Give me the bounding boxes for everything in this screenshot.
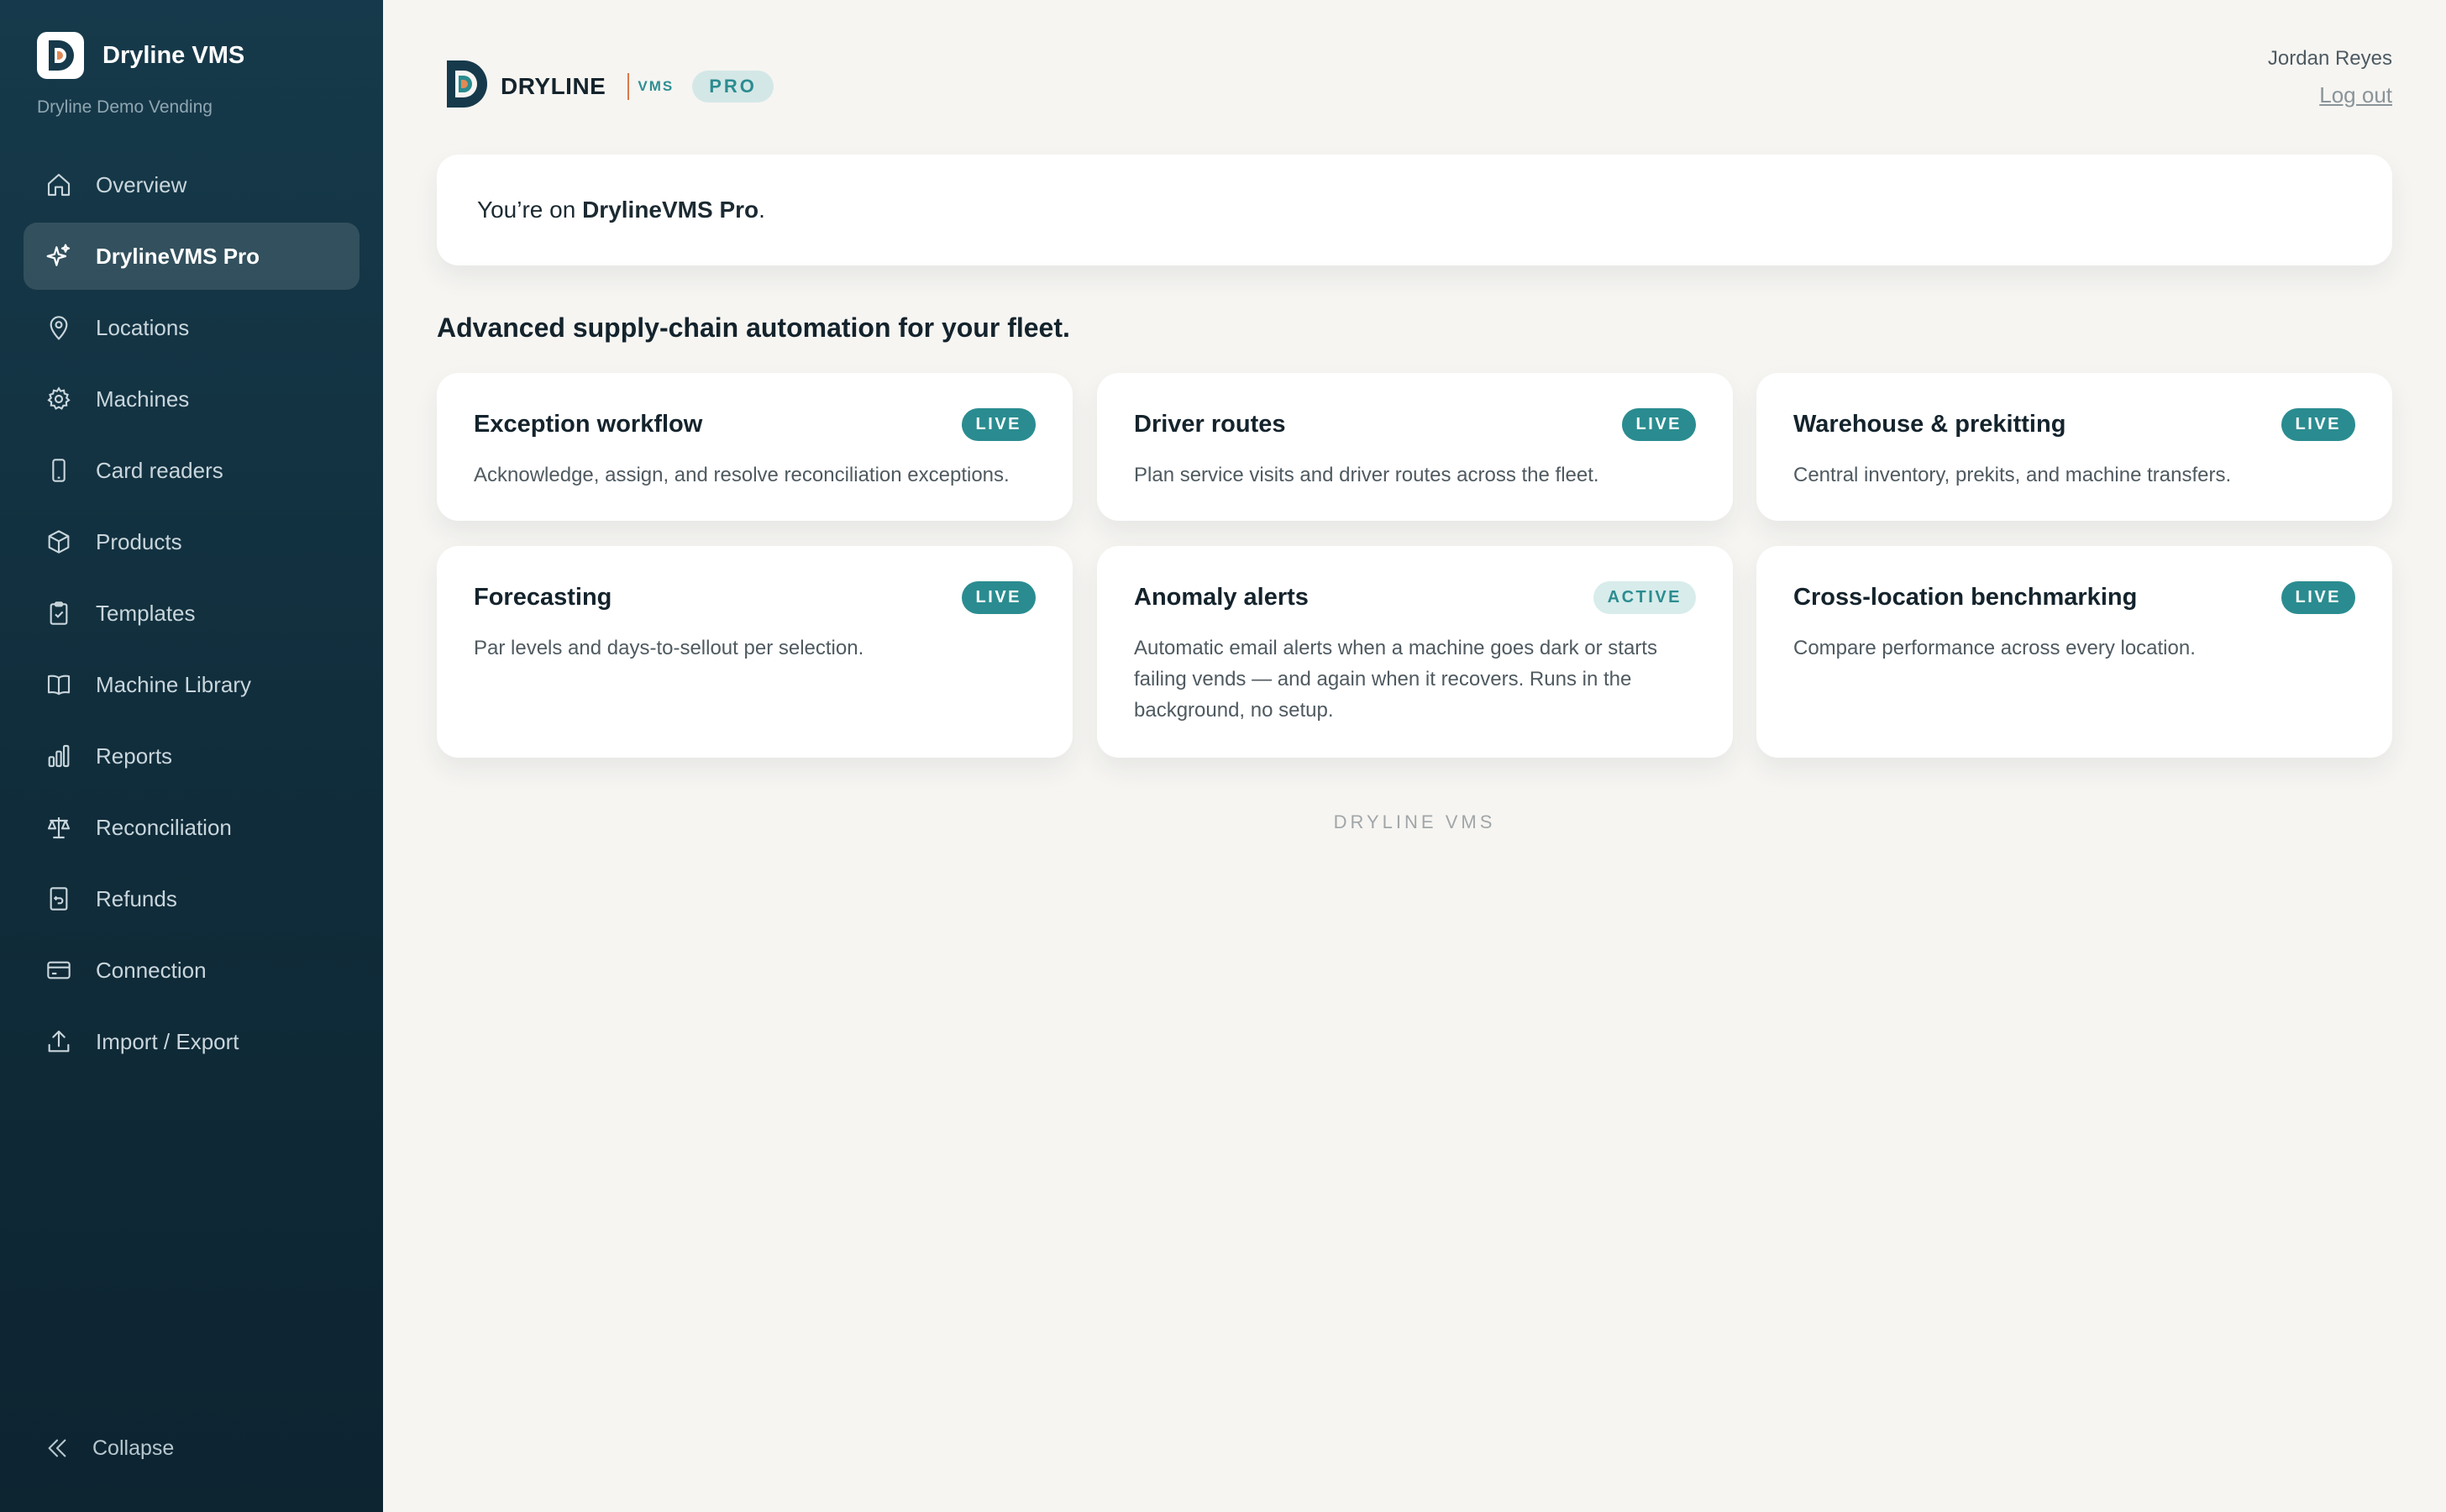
product-logo: DRYLINE VMS PRO (444, 59, 774, 113)
sidebar-item-label: Refunds (96, 885, 177, 911)
sidebar-item-label: Templates (96, 600, 196, 626)
sidebar-item-card-readers[interactable]: Card readers (24, 437, 360, 504)
home-icon (44, 170, 74, 200)
plan-prefix: You’re on (477, 197, 583, 223)
feature-title: Warehouse & prekitting (1793, 411, 2066, 438)
status-badge: LIVE (961, 581, 1036, 614)
feature-card: Exception workflow LIVE Acknowledge, ass… (437, 373, 1073, 521)
feature-title: Cross-location benchmarking (1793, 584, 2138, 611)
status-badge: ACTIVE (1593, 581, 1696, 614)
book-icon (44, 669, 74, 700)
sidebar-item-pro[interactable]: DrylineVMS Pro (24, 223, 360, 290)
status-badge: LIVE (961, 408, 1036, 441)
sidebar-item-templates[interactable]: Templates (24, 580, 360, 647)
section-title: Advanced supply-chain automation for you… (437, 312, 1070, 343)
sidebar-item-reports[interactable]: Reports (24, 722, 360, 790)
status-badge: LIVE (1621, 408, 1696, 441)
sidebar-item-refunds[interactable]: Refunds (24, 865, 360, 932)
feature-card: Driver routes LIVE Plan service visits a… (1097, 373, 1733, 521)
org-name: Dryline Demo Vending (37, 97, 213, 117)
sidebar-item-import-export[interactable]: Import / Export (24, 1008, 360, 1075)
feature-title: Exception workflow (474, 411, 703, 438)
scale-icon (44, 812, 74, 843)
bar-chart-icon (44, 741, 74, 771)
brand-logo-icon (37, 32, 84, 79)
clipboard-check-icon (44, 598, 74, 628)
sidebar: Dryline VMS Dryline Demo Vending Overvie… (0, 0, 383, 1512)
user-menu: Jordan Reyes Log out (2268, 47, 2392, 108)
page-footer: DRYLINE VMS (1333, 811, 1496, 832)
sidebar-item-label: Locations (96, 314, 190, 340)
sidebar-item-label: Overview (96, 171, 187, 197)
sidebar-item-connection[interactable]: Connection (24, 937, 360, 1004)
sidebar-item-overview[interactable]: Overview (24, 151, 360, 218)
phone-icon (44, 455, 74, 486)
dryline-logo-icon (444, 59, 491, 113)
credit-card-icon (44, 955, 74, 985)
sidebar-item-label: Reconciliation (96, 814, 232, 840)
feature-description: Central inventory, prekits, and machine … (1793, 464, 2232, 486)
sidebar-nav: Overview DrylineVMS Pro Locations Machin… (24, 151, 360, 1079)
chevrons-left-icon (44, 1435, 71, 1462)
feature-card: Cross-location benchmarking LIVE Compare… (1756, 546, 2392, 758)
sidebar-item-products[interactable]: Products (24, 508, 360, 575)
logo-divider (627, 72, 630, 100)
feature-card: Warehouse & prekitting LIVE Central inve… (1756, 373, 2392, 521)
sidebar-item-label: Machines (96, 386, 190, 412)
sidebar-item-machine-library[interactable]: Machine Library (24, 651, 360, 718)
map-pin-icon (44, 312, 74, 343)
logo-wordmark: DRYLINE (501, 72, 606, 99)
sidebar-item-label: Products (96, 528, 182, 554)
sidebar-item-label: Import / Export (96, 1028, 239, 1054)
feature-description: Acknowledge, assign, and resolve reconci… (474, 464, 1010, 486)
feature-title: Driver routes (1134, 411, 1286, 438)
collapse-button[interactable]: Collapse (44, 1435, 174, 1462)
sidebar-item-locations[interactable]: Locations (24, 294, 360, 361)
sidebar-item-machines[interactable]: Machines (24, 365, 360, 433)
feature-card: Anomaly alerts ACTIVE Automatic email al… (1097, 546, 1733, 758)
feature-description: Compare performance across every locatio… (1793, 637, 2196, 659)
upload-icon (44, 1026, 74, 1057)
user-name: Jordan Reyes (2267, 47, 2392, 70)
plan-status-card: You’re on DrylineVMS Pro. (437, 155, 2392, 265)
logout-link[interactable]: Log out (2319, 82, 2392, 108)
receipt-refund-icon (44, 884, 74, 914)
gear-icon (44, 384, 74, 414)
plan-suffix: . (758, 197, 765, 223)
sidebar-item-label: Machine Library (96, 671, 251, 697)
collapse-label: Collapse (92, 1436, 175, 1460)
sidebar-item-label: Reports (96, 743, 173, 769)
box-icon (44, 527, 74, 557)
feature-description: Par levels and days-to-sellout per selec… (474, 637, 864, 659)
brand[interactable]: Dryline VMS (37, 32, 244, 79)
feature-card: Forecasting LIVE Par levels and days-to-… (437, 546, 1073, 758)
brand-name: Dryline VMS (102, 41, 245, 69)
sidebar-item-label: DrylineVMS Pro (96, 243, 260, 269)
feature-description: Automatic email alerts when a machine go… (1134, 637, 1657, 722)
sparkle-icon (44, 241, 74, 271)
status-badge: LIVE (2281, 408, 2355, 441)
sidebar-item-label: Connection (96, 957, 207, 983)
sidebar-item-reconciliation[interactable]: Reconciliation (24, 794, 360, 861)
plan-name: DrylineVMS Pro (582, 197, 759, 223)
status-badge: LIVE (2281, 581, 2355, 614)
logo-vms: VMS (638, 77, 674, 94)
feature-title: Anomaly alerts (1134, 584, 1309, 611)
sidebar-item-label: Card readers (96, 457, 223, 483)
feature-title: Forecasting (474, 584, 612, 611)
pro-pill: PRO (692, 70, 774, 102)
feature-description: Plan service visits and driver routes ac… (1134, 464, 1599, 486)
